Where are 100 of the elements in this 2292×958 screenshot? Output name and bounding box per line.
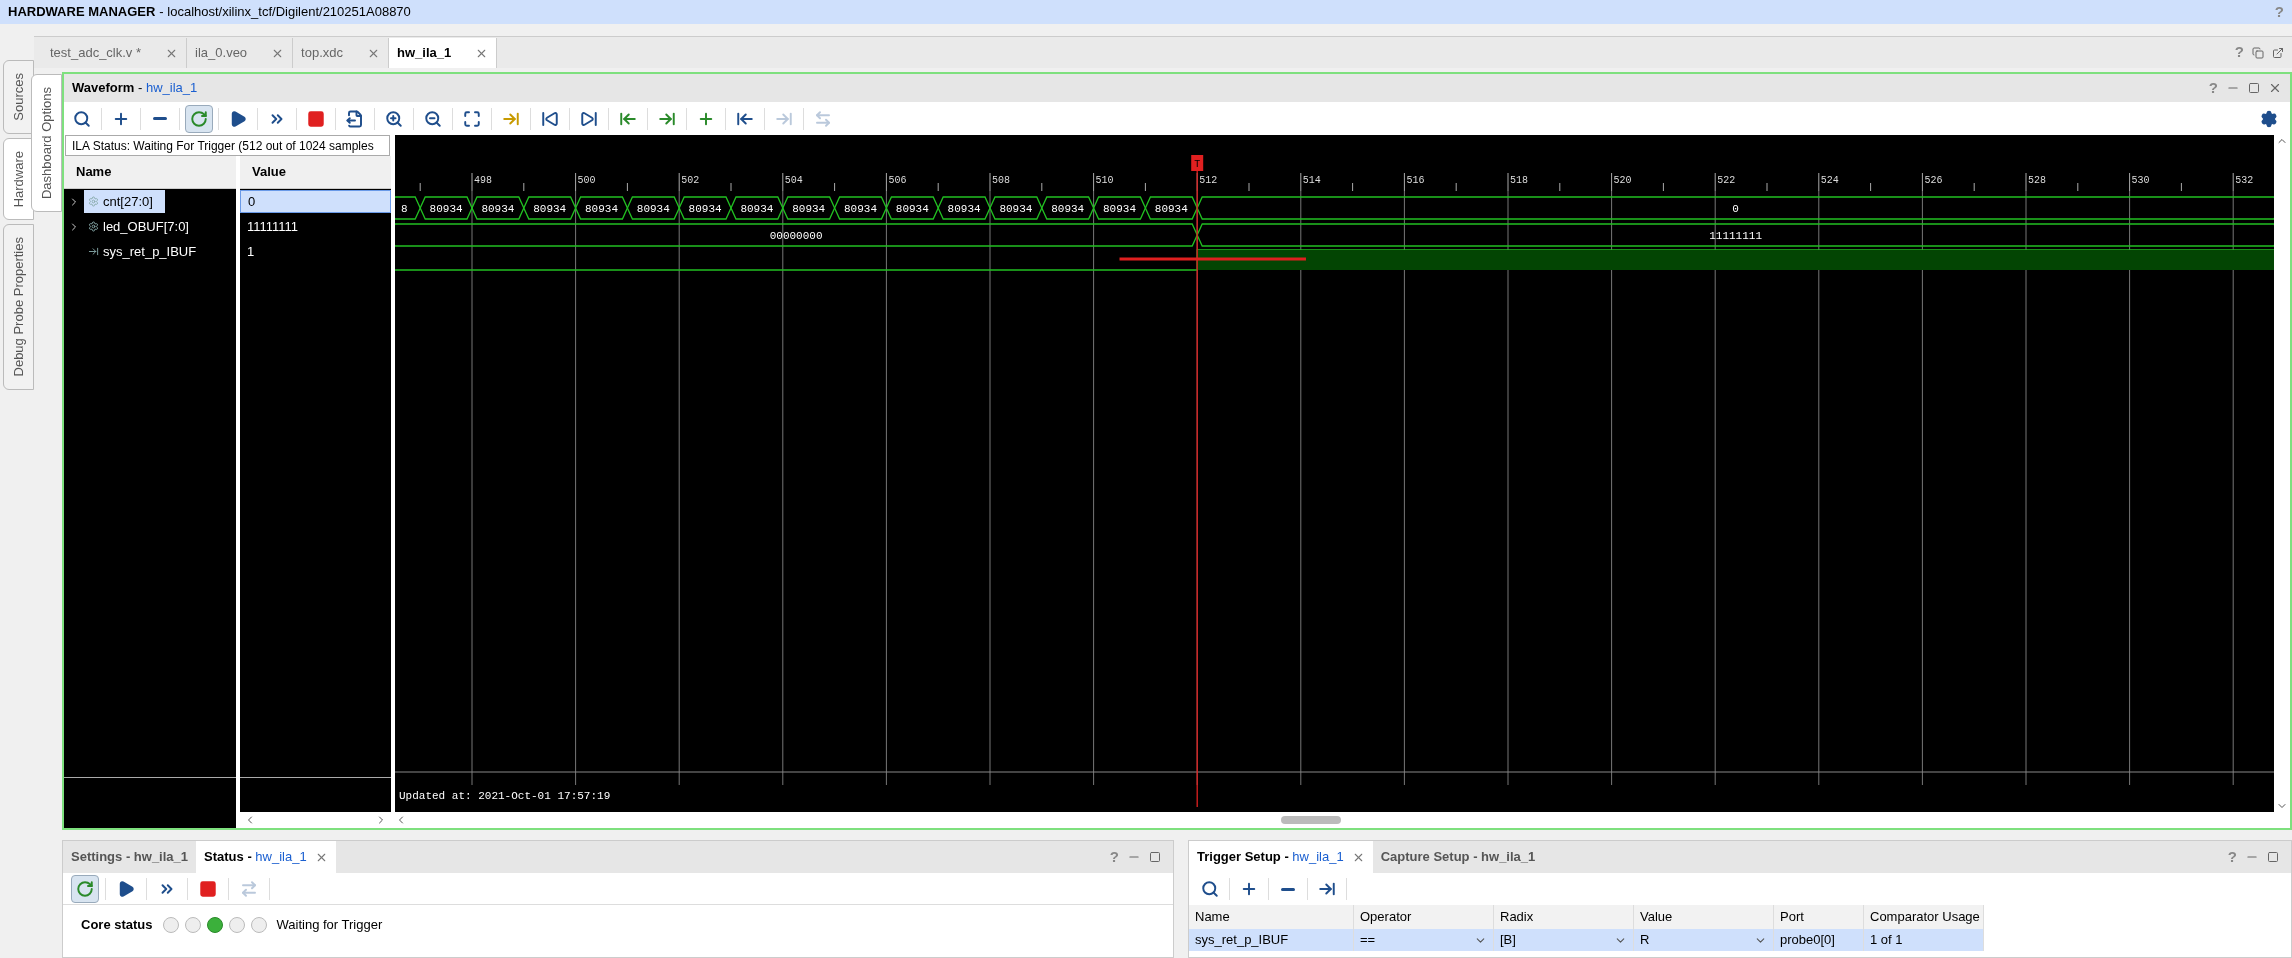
close-icon[interactable] [2268, 81, 2282, 95]
editor-tab[interactable]: ila_0.veo [187, 38, 294, 68]
ruler-label: 516 [1406, 175, 1425, 186]
bus-segment: 80934 [678, 196, 732, 220]
signal-value: 1 [246, 242, 256, 261]
side-tab[interactable]: Debug Probe Properties [2, 224, 34, 390]
skip-back-icon [541, 109, 559, 128]
bus-segment: 80934 [574, 196, 629, 220]
ila-status: ILA Status: Waiting For Trigger (512 out of 1024 samples [65, 135, 390, 156]
panel-tab[interactable]: Capture Setup - hw_ila_1 [1372, 841, 1544, 873]
ruler-label: 518 [1510, 175, 1528, 186]
side-tab[interactable]: Sources [2, 60, 34, 134]
skip-forward-icon [580, 109, 598, 128]
ruler-label: 530 [2131, 175, 2150, 186]
play-icon [229, 109, 247, 128]
updated-timestamp: Updated at: 2021-Oct-01 17:57:19 [399, 790, 611, 802]
column-header[interactable]: Radix [1494, 905, 1634, 929]
maximize-icon[interactable] [1149, 851, 1161, 863]
bus-segment: 80934 [885, 196, 939, 220]
column-header[interactable]: Operator [1354, 905, 1494, 929]
waveform-canvas[interactable] [395, 135, 2274, 812]
ruler-label: 504 [784, 175, 803, 186]
dropdown[interactable]: == [1354, 929, 1494, 951]
core-status-label: Core status [81, 916, 153, 934]
table-cell: sys_ret_p_IBUF [1189, 929, 1354, 951]
search-icon [1201, 880, 1219, 898]
column-header[interactable]: Comparator Usage [1864, 905, 1984, 929]
stop-icon [199, 879, 217, 898]
refresh-icon [190, 109, 208, 128]
dropdown[interactable]: R [1634, 929, 1774, 951]
cursor-marker[interactable]: T [1191, 155, 1204, 171]
bus-segment: 80934 [989, 196, 1043, 220]
column-header[interactable]: Value [1634, 905, 1774, 929]
scrollbar-thumb[interactable] [1280, 816, 1341, 824]
plus-icon [1240, 880, 1258, 898]
bus-segment: 80934 [1092, 196, 1147, 220]
play-icon [117, 879, 135, 898]
wire-icon [88, 246, 99, 257]
tab-label: Settings - hw_ila_1 [71, 848, 189, 867]
ruler-label: 532 [2235, 175, 2254, 186]
signal-value: 11111111 [246, 217, 300, 236]
minus-icon [153, 117, 167, 120]
bus-segment: 8 [395, 196, 421, 220]
column-header[interactable]: Name [64, 156, 236, 189]
swap-icon [240, 879, 258, 898]
signal-name[interactable]: led_OBUF[7:0] [84, 215, 201, 238]
bus-segment: 80934 [1144, 196, 1198, 220]
column-header[interactable]: Value [240, 156, 391, 189]
bus-segment: 0 [1196, 196, 2274, 220]
bus-segment: 80934 [937, 196, 991, 220]
toolbar-button[interactable] [185, 104, 213, 133]
tab-label: Capture Setup - hw_ila_1 [1380, 848, 1536, 867]
panel-tab[interactable]: Trigger Setup - hw_ila_1 [1189, 841, 1373, 873]
fit-icon [463, 109, 481, 128]
maximize-icon[interactable] [2248, 82, 2260, 94]
stop-icon [307, 109, 325, 128]
window-title: HARDWARE MANAGER [8, 3, 156, 22]
zoom-out-icon [424, 109, 442, 128]
connection-path: - localhost/xilinx_tcf/Digilent/210251A08870 [159, 3, 411, 22]
side-tab[interactable]: Dashboard Options [30, 74, 62, 212]
swap-icon [814, 109, 832, 128]
bus-segment: 11111111 [1196, 223, 2274, 247]
ruler-label: 520 [1613, 175, 1632, 186]
dropdown[interactable]: [B] [1494, 929, 1634, 951]
float-icon[interactable] [2252, 46, 2264, 59]
bus-segment: 80934 [626, 196, 680, 220]
refresh-icon [76, 879, 94, 898]
bus-segment: 80934 [833, 196, 888, 220]
column-header[interactable]: Port [1774, 905, 1864, 929]
signal-name[interactable]: cnt[27:0] [84, 190, 165, 213]
column-header[interactable]: Name [1189, 905, 1354, 929]
ruler-label: 522 [1717, 175, 1736, 186]
side-tab[interactable]: Hardware [2, 137, 34, 221]
editor-tab[interactable]: test_adc_clk.v * [42, 38, 188, 68]
bus-segment: 80934 [1041, 196, 1095, 220]
zoom-in-icon [385, 109, 403, 128]
settings-icon[interactable] [2260, 109, 2278, 128]
panel-tab[interactable]: Settings - hw_ila_1 [63, 841, 197, 873]
ruler-label: 506 [888, 175, 907, 186]
tab-label: Trigger Setup - hw_ila_1 [1197, 848, 1344, 867]
ruler-label: 498 [474, 175, 492, 186]
bus-segment: 80934 [730, 196, 784, 220]
panel-title: Waveform - hw_ila_1 [72, 79, 198, 98]
minus-icon [1281, 887, 1295, 891]
ruler-label: 500 [577, 175, 596, 186]
export-icon [346, 109, 364, 128]
toolbar-button[interactable] [71, 874, 99, 903]
editor-tab[interactable]: hw_ila_1 [389, 38, 498, 68]
external-icon[interactable] [2272, 46, 2284, 59]
ruler-label: 528 [2028, 175, 2046, 186]
tab-label: Status - hw_ila_1 [204, 848, 307, 867]
ruler-label: 514 [1302, 175, 1321, 186]
bus-segment: 80934 [419, 196, 473, 220]
bus-segment: 80934 [471, 196, 525, 220]
ruler-label: 524 [1820, 175, 1839, 186]
table-cell: probe0[0] [1774, 929, 1864, 951]
panel-tab[interactable]: Status - hw_ila_1 [196, 841, 336, 873]
search-icon [73, 109, 91, 128]
signal-name[interactable]: sys_ret_p_IBUF [84, 240, 209, 263]
maximize-icon[interactable] [2267, 851, 2279, 863]
